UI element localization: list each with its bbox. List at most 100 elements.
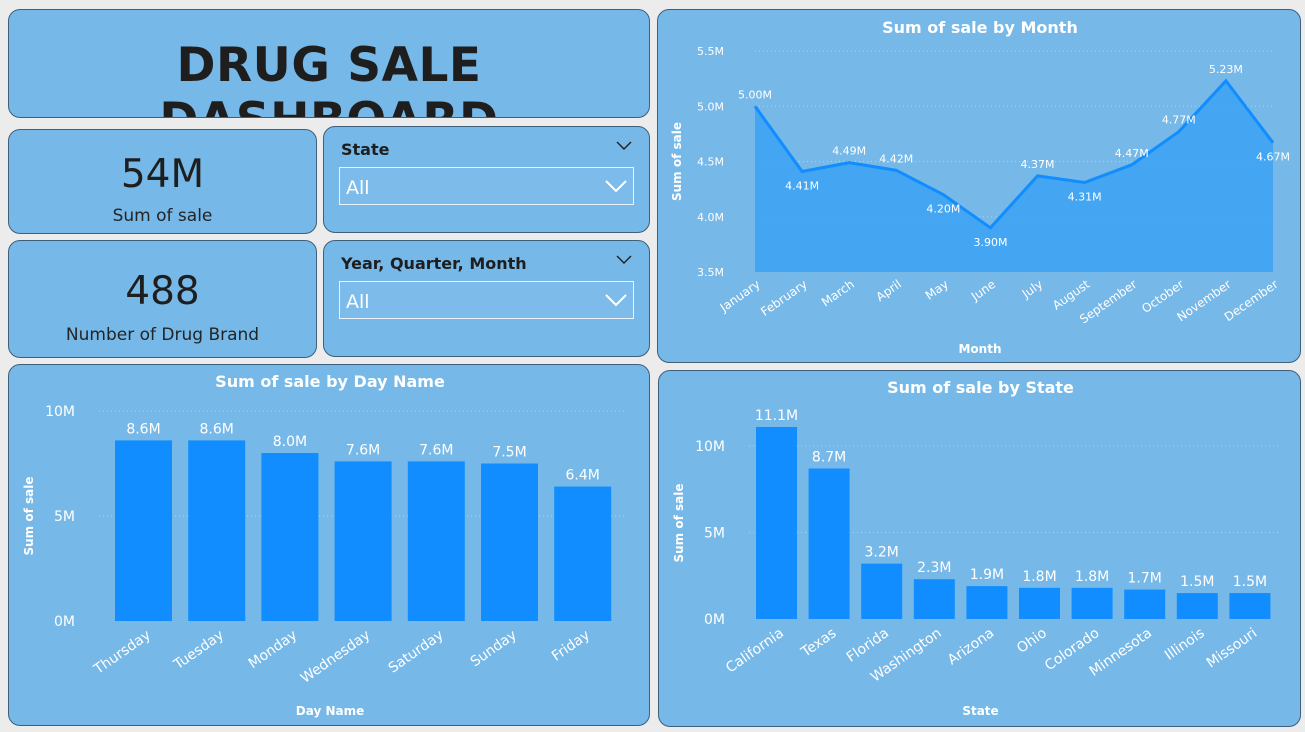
slicer-title: Year, Quarter, Month [341,254,527,273]
y-tick-label: 0M [704,612,725,628]
data-label: 1.9M [970,567,1004,583]
x-tick-label: Monday [246,627,300,672]
x-tick-label: Missouri [1204,625,1260,671]
data-label: 1.8M [1075,569,1109,585]
y-axis-title: Sum of sale [672,483,686,562]
x-tick-label: August [1050,277,1093,313]
y-tick-label: 0M [54,614,75,630]
dropdown-value: All [346,177,370,199]
x-tick-label: Thursday [90,627,153,678]
date-dropdown[interactable]: All [339,281,634,319]
bar [1124,589,1166,619]
state-slicer: State All [323,126,650,233]
data-label: 1.8M [1022,569,1056,585]
bar [1229,593,1271,619]
kpi-card-sum-of-sale[interactable]: 54M Sum of sale [8,129,317,234]
state-chart-card: Sum of sale by State State Sum of sale 0M 5M… [658,370,1301,727]
x-tick-label: February [758,277,810,319]
chart-title: Sum of sale by State [887,378,1074,397]
data-label: 8.6M [126,421,160,437]
y-axis-title: Sum of sale [670,122,684,201]
title-card: DRUG SALE DASHBOARD [8,9,650,118]
bar [861,563,903,619]
x-tick-label: April [873,277,904,304]
bar [966,586,1008,619]
kpi-label: Number of Drug Brand [65,325,260,345]
x-tick-label: Wednesday [298,627,374,687]
chart-title: Sum of sale by Month [882,18,1078,37]
month-area-chart[interactable]: Sum of sale by Month Month Sum of sale 3.5M… [658,10,1301,363]
bar [1176,593,1218,619]
bar [1019,587,1060,619]
y-tick-label: 4.5M [697,156,724,169]
day-chart-card: Sum of sale by Day Name Day Name Sum of sa… [8,364,650,726]
data-label: 7.5M [492,445,526,461]
data-label: 8.6M [200,421,234,437]
x-axis-title: Day Name [296,704,364,718]
data-label: 11.1M [755,408,798,424]
y-tick-label: 5M [54,509,75,525]
chevron-down-icon[interactable] [616,255,632,265]
x-tick-label: California [723,625,787,676]
data-label: 1.5M [1233,574,1267,590]
kpi-value: 488 [125,269,200,314]
y-tick-label: 3.5M [697,266,724,279]
bar [115,440,172,621]
bar [481,463,538,621]
dashboard-title: DRUG SALE DASHBOARD [159,38,498,117]
date-slicer: Year, Quarter, Month All [323,240,650,357]
kpi-label: Sum of sale [112,206,213,226]
bar [334,461,392,621]
y-tick-label: 10M [695,439,725,455]
slicer-title: State [341,140,390,159]
x-tick-label: June [968,277,998,304]
x-tick-label: Saturday [386,627,447,676]
x-tick-label: Sunday [468,627,520,670]
data-label: 4.41M [785,179,819,192]
data-label: 3.90M [973,236,1007,249]
data-label: 7.6M [346,442,380,458]
x-tick-label: Arizona [945,625,997,668]
chevron-down-icon[interactable] [616,141,632,151]
data-label: 4.37M [1021,158,1055,171]
data-label: 6.4M [566,468,600,484]
area-fill [755,80,1273,273]
data-label: 4.31M [1068,190,1102,203]
x-tick-label: Illinois [1162,625,1208,664]
chevron-down-icon [605,180,627,193]
data-label: 4.67M [1256,151,1290,164]
data-label: 3.2M [865,545,899,561]
x-tick-label: December [1222,277,1281,324]
chevron-down-icon [605,294,627,307]
state-bar-chart[interactable]: Sum of sale by State State Sum of sale 0M 5M… [659,371,1301,727]
y-tick-label: 5.0M [697,100,724,113]
kpi-value: 54M [120,152,205,197]
y-tick-label: 10M [45,404,75,420]
x-tick-label: May [923,277,951,303]
bar [261,453,319,621]
bar [756,427,797,619]
data-label: 1.7M [1128,571,1162,587]
bar [1071,587,1113,619]
x-tick-label: January [717,277,763,315]
y-tick-label: 5M [704,526,725,542]
x-axis-title: Month [958,342,1001,356]
data-label: 4.47M [1115,147,1149,160]
state-dropdown[interactable]: All [339,167,634,205]
y-tick-label: 5.5M [697,45,724,58]
data-label: 4.20M [926,203,960,216]
x-tick-label: July [1019,277,1046,301]
x-axis-title: State [962,704,998,718]
data-label: 5.23M [1209,63,1243,76]
data-label: 8.7M [812,450,846,466]
data-label: 8.0M [273,434,307,450]
data-label: 2.3M [917,560,951,576]
y-tick-label: 4.0M [697,211,724,224]
data-label: 7.6M [419,442,453,458]
month-chart-card: Sum of sale by Month Month Sum of sale 3.5M… [657,9,1301,363]
kpi-card-drug-brands[interactable]: 488 Number of Drug Brand [8,240,317,358]
bar [407,461,465,621]
chart-title: Sum of sale by Day Name [215,372,445,391]
bar [808,468,850,619]
day-bar-chart[interactable]: Sum of sale by Day Name Day Name Sum of sa… [9,365,650,726]
